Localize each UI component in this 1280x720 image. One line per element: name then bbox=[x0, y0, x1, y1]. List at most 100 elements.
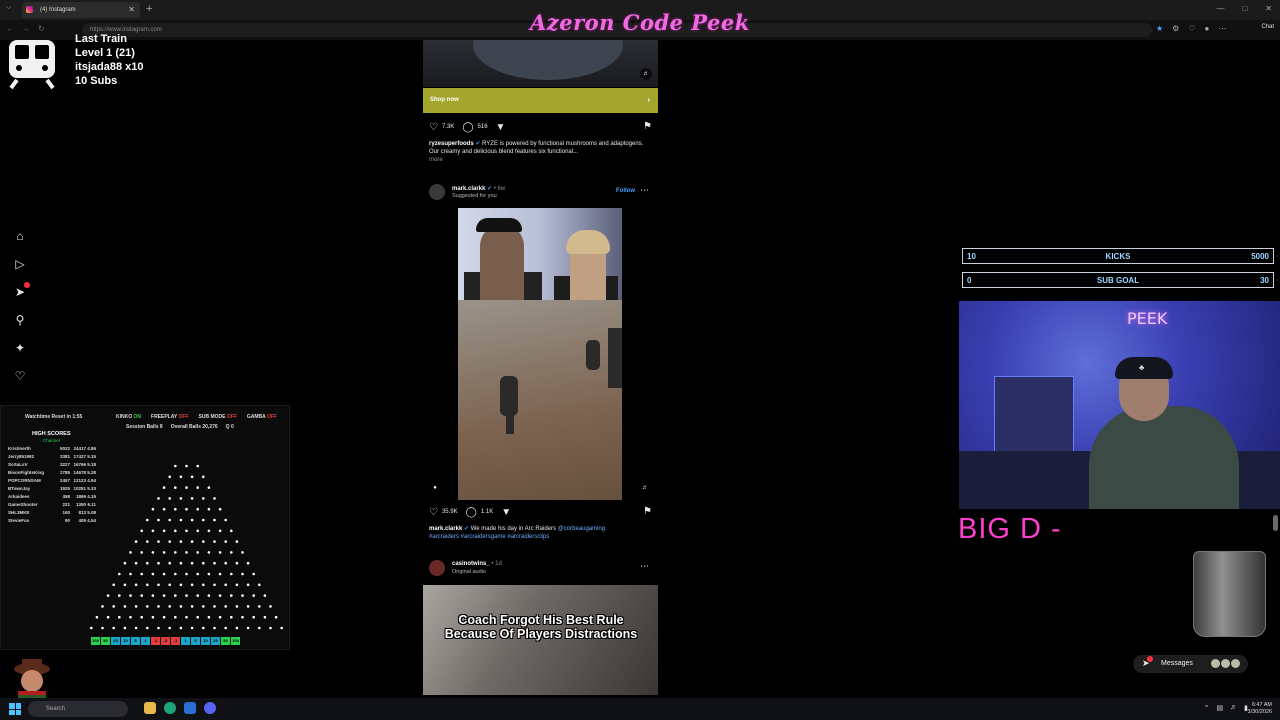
maximize-icon[interactable]: □ bbox=[1242, 4, 1247, 13]
plinko-peg bbox=[112, 583, 115, 587]
post2-video[interactable]: ♬ bbox=[458, 208, 622, 500]
post1-caption: ryzesuperfoods ✔ RYZE is powered by func… bbox=[429, 141, 644, 163]
new-tab-button[interactable]: + bbox=[146, 3, 152, 15]
messages-icon[interactable]: ➤ bbox=[12, 282, 30, 300]
tagged-user-icon[interactable]: ● bbox=[429, 482, 441, 494]
high-score-row: BisonFightsKing 2785 14678 5.28 bbox=[8, 470, 96, 475]
plinko-peg bbox=[179, 475, 183, 479]
taskbar-clock[interactable]: 6:47 AM 3/30/2026 bbox=[1248, 702, 1272, 716]
taskbar-search[interactable]: Search bbox=[28, 701, 128, 717]
post3-media[interactable]: Coach Forgot His Best Rule Because Of Pl… bbox=[423, 585, 658, 695]
post3-time: 1d bbox=[495, 561, 502, 567]
plinko-peg bbox=[202, 497, 205, 500]
plinko-peg bbox=[213, 518, 216, 522]
plinko-peg bbox=[241, 594, 244, 597]
favorite-star-icon[interactable]: ★ bbox=[1156, 24, 1163, 33]
shop-now-button[interactable]: Shop now › bbox=[423, 88, 658, 113]
mute-icon[interactable]: ♬ bbox=[639, 482, 651, 494]
post2-header: mark.clarkk ✔ • 6w Suggested for you Fol… bbox=[429, 184, 654, 204]
plinko-peg bbox=[168, 540, 171, 543]
window-controls: — □ ✕ bbox=[1216, 4, 1272, 13]
cap-logo-icon: ♣ bbox=[1139, 363, 1145, 372]
train-info: Last Train Level 1 (21) itsjada88 x10 10… bbox=[75, 32, 144, 88]
more-options-icon[interactable]: ⋯ bbox=[640, 561, 649, 572]
collections-icon[interactable]: ♡ bbox=[1188, 24, 1195, 33]
bookmark-icon[interactable]: ⚑ bbox=[643, 121, 652, 132]
volume-icon[interactable]: ♬ bbox=[1230, 704, 1237, 712]
post3-username[interactable]: casinotwins_ bbox=[452, 561, 490, 567]
edge-icon[interactable] bbox=[164, 702, 176, 714]
file-explorer-icon[interactable] bbox=[144, 702, 156, 714]
share-icon[interactable]: ▼ bbox=[501, 507, 511, 518]
plinko-peg bbox=[134, 583, 138, 587]
plinko-peg bbox=[168, 497, 171, 500]
comment-icon[interactable]: ◯ bbox=[466, 507, 477, 518]
caption-mention[interactable]: @corbeaugaming bbox=[558, 526, 605, 532]
nav-buttons[interactable]: ←→↻ bbox=[6, 24, 53, 33]
sound-icon[interactable]: ♬ bbox=[640, 68, 652, 80]
plinko-peg bbox=[174, 551, 177, 554]
discord-icon[interactable] bbox=[204, 702, 216, 714]
plinko-bucket: -1 bbox=[151, 637, 160, 645]
profile-icon[interactable]: ● bbox=[1205, 24, 1210, 33]
tab-instagram[interactable]: (4) Instagram ✕ bbox=[22, 2, 140, 18]
plinko-peg bbox=[252, 594, 255, 597]
menu-icon[interactable]: ⋯ bbox=[1218, 24, 1226, 33]
mode-gamba: GAMBA OFF bbox=[246, 414, 277, 420]
more-options-icon[interactable]: ⋯ bbox=[640, 185, 649, 196]
plinko-peg bbox=[140, 594, 143, 597]
plinko-peg bbox=[118, 572, 121, 576]
post1-media[interactable]: ♬ bbox=[423, 40, 658, 87]
close-tab-icon[interactable]: ✕ bbox=[128, 5, 135, 14]
tab-list-icon[interactable]: ⌵ bbox=[6, 4, 11, 12]
plinko-peg bbox=[162, 486, 166, 489]
plinko-bucket: 25 bbox=[211, 637, 220, 645]
plinko-peg bbox=[202, 561, 205, 565]
follow-button[interactable]: Follow bbox=[616, 188, 635, 194]
start-icon[interactable] bbox=[9, 703, 21, 715]
plinko-peg bbox=[202, 540, 205, 543]
extensions-icon[interactable]: ⚙ bbox=[1172, 24, 1179, 33]
avatar[interactable] bbox=[429, 184, 445, 200]
plinko-peg bbox=[185, 572, 188, 576]
message-avatars bbox=[1211, 659, 1240, 668]
plinko-peg bbox=[230, 551, 233, 554]
share-icon[interactable]: ▼ bbox=[496, 122, 506, 133]
chevron-up-icon[interactable]: ⌃ bbox=[1204, 704, 1210, 712]
post1-actions: ♡ 7.3K ◯ 516 ▼ ⚑ bbox=[429, 121, 654, 133]
caption-hashtags[interactable]: #arcraiders #arcraidersgame #arcraidersc… bbox=[429, 534, 549, 540]
reels-icon[interactable]: ▷ bbox=[12, 256, 28, 272]
plinko-peg bbox=[190, 605, 194, 608]
plinko-peg bbox=[146, 626, 149, 630]
high-scores-subtitle: Channel bbox=[43, 438, 60, 443]
close-window-icon[interactable]: ✕ bbox=[1265, 4, 1272, 13]
stream-caption-text: BIG D - bbox=[958, 513, 1062, 545]
plinko-peg bbox=[190, 583, 194, 587]
minimize-icon[interactable]: — bbox=[1216, 4, 1224, 13]
caption-username[interactable]: mark.clarkk bbox=[429, 526, 462, 532]
notifications-icon[interactable]: ♡ bbox=[12, 368, 28, 384]
copilot-chat-button[interactable]: Chat bbox=[1261, 24, 1274, 30]
plinko-peg bbox=[174, 507, 177, 511]
like-icon[interactable]: ♡ bbox=[429, 122, 438, 133]
plinko-peg bbox=[179, 626, 183, 630]
comment-icon[interactable]: ◯ bbox=[462, 122, 473, 133]
bookmark-icon[interactable]: ⚑ bbox=[643, 506, 652, 517]
toolbar-icons: ★ ⚙ ♡ ● ⋯ bbox=[1156, 24, 1226, 33]
more-link[interactable]: more bbox=[429, 157, 443, 163]
plinko-peg bbox=[146, 605, 149, 608]
search-icon[interactable]: ⚲ bbox=[12, 312, 28, 328]
home-icon[interactable]: ⌂ bbox=[12, 228, 28, 244]
explore-icon[interactable]: ✦ bbox=[12, 340, 28, 356]
post2-username[interactable]: mark.clarkk bbox=[452, 186, 485, 192]
scrollbar[interactable] bbox=[1273, 515, 1278, 531]
like-icon[interactable]: ♡ bbox=[429, 507, 438, 518]
plinko-bucket: 100 bbox=[91, 637, 100, 645]
plinko-peg bbox=[185, 507, 188, 511]
messages-button[interactable]: ➤ Messages bbox=[1133, 655, 1248, 673]
network-icon[interactable]: ▤ bbox=[1217, 704, 1224, 712]
store-icon[interactable] bbox=[184, 702, 196, 714]
plinko-peg bbox=[241, 572, 244, 576]
caption-username[interactable]: ryzesuperfoods bbox=[429, 141, 474, 147]
avatar[interactable] bbox=[429, 560, 445, 576]
